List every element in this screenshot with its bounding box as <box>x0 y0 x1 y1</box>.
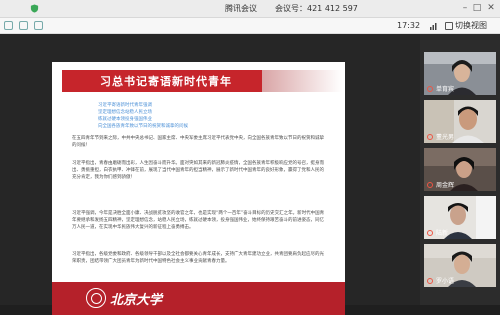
slide-link[interactable]: 练就过硬本领投身强国伟业 <box>98 116 188 123</box>
mic-muted-icon <box>427 278 433 284</box>
slide-footer: 北京大学 <box>52 282 345 315</box>
slide-link[interactable]: 向全国各族青年致以节日的祝贺和诚挚的问候 <box>98 123 188 130</box>
signal-icon[interactable] <box>34 21 43 30</box>
shared-slide: 习总书记寄语新时代青年 习近平寄语新时代青年强调 坚定理想信念站稳人民立场 练就… <box>52 62 345 315</box>
network-signal-icon <box>430 23 437 30</box>
participant-panel: 单育宾 董光男 周金辉 陆新 罗小语 <box>420 34 500 305</box>
slide-paragraph: 在五四青年节到来之际，中共中央总书记、国家主席、中央军委主席习近平代表党中央，向… <box>72 136 324 149</box>
info-icon[interactable] <box>19 21 28 30</box>
participant-video <box>424 196 496 239</box>
participant-name: 陆新 <box>436 230 449 237</box>
mic-muted-icon <box>427 134 433 140</box>
meeting-id-label: 会议号：421 412 597 <box>275 4 358 13</box>
mic-muted-icon <box>427 230 433 236</box>
participant-video <box>424 148 496 191</box>
mic-muted-icon <box>427 86 433 92</box>
maximize-button[interactable]: □ <box>472 3 482 13</box>
participant-video-tile[interactable]: 董光男 <box>424 100 496 143</box>
close-button[interactable]: ✕ <box>486 3 496 13</box>
university-seal-logo <box>86 288 106 308</box>
grid-icon <box>445 21 453 30</box>
slide-link[interactable]: 坚定理想信念站稳人民立场 <box>98 109 188 116</box>
participant-name: 周金辉 <box>436 182 455 189</box>
shield-icon <box>30 4 39 13</box>
mic-muted-icon <box>427 182 433 188</box>
participant-video <box>424 52 496 95</box>
title-bar: 腾讯会议 会议号：421 412 597 – □ ✕ <box>0 0 500 18</box>
app-title: 腾讯会议 <box>225 4 257 13</box>
participant-name: 单育宾 <box>436 86 455 93</box>
participant-name: 董光男 <box>436 134 455 141</box>
slide-link[interactable]: 习近平寄语新时代青年强调 <box>98 102 188 109</box>
meeting-toolbar: 17:32 切换视图 <box>0 18 500 34</box>
slide-paragraph: 习近平强调，今年是决胜全面小康、决战脱贫攻坚的收官之年，也是实现“两个一百年”奋… <box>72 211 325 231</box>
slide-title: 习总书记寄语新时代青年 <box>100 75 232 88</box>
minimize-button[interactable]: – <box>460 3 470 13</box>
meeting-time: 17:32 <box>397 21 421 30</box>
switch-view-button[interactable]: 切换视图 <box>445 20 487 31</box>
participant-video-tile[interactable]: 单育宾 <box>424 52 496 95</box>
shared-screen-area: 习总书记寄语新时代青年 习近平寄语新时代青年强调 坚定理想信念站稳人民立场 练就… <box>0 34 420 315</box>
slide-paragraph: 习近平指出，青春由磨砺而出彩，人生因奋斗而升华。面对突如其来的新冠肺炎疫情，全国… <box>72 161 324 181</box>
security-icon[interactable] <box>4 21 13 30</box>
university-name: 北京大学 <box>110 293 163 308</box>
switch-view-label: 切换视图 <box>455 21 487 30</box>
participant-name: 罗小语 <box>436 278 455 285</box>
meeting-id: 421 412 597 <box>307 4 358 13</box>
participant-video <box>424 100 496 143</box>
participant-video-tile[interactable]: 陆新 <box>424 196 496 239</box>
slide-paragraph: 习近平指出，各级党委和政府、各级领导干部以及全社会都要关心青年成长，支持广大青年… <box>72 252 324 265</box>
participant-video-tile[interactable]: 罗小语 <box>424 244 496 287</box>
slide-link-list: 习近平寄语新时代青年强调 坚定理想信念站稳人民立场 练就过硬本领投身强国伟业 向… <box>98 102 188 130</box>
slide-banner: 习总书记寄语新时代青年 <box>62 70 342 92</box>
participant-video <box>424 244 496 287</box>
participant-video-tile[interactable]: 周金辉 <box>424 148 496 191</box>
